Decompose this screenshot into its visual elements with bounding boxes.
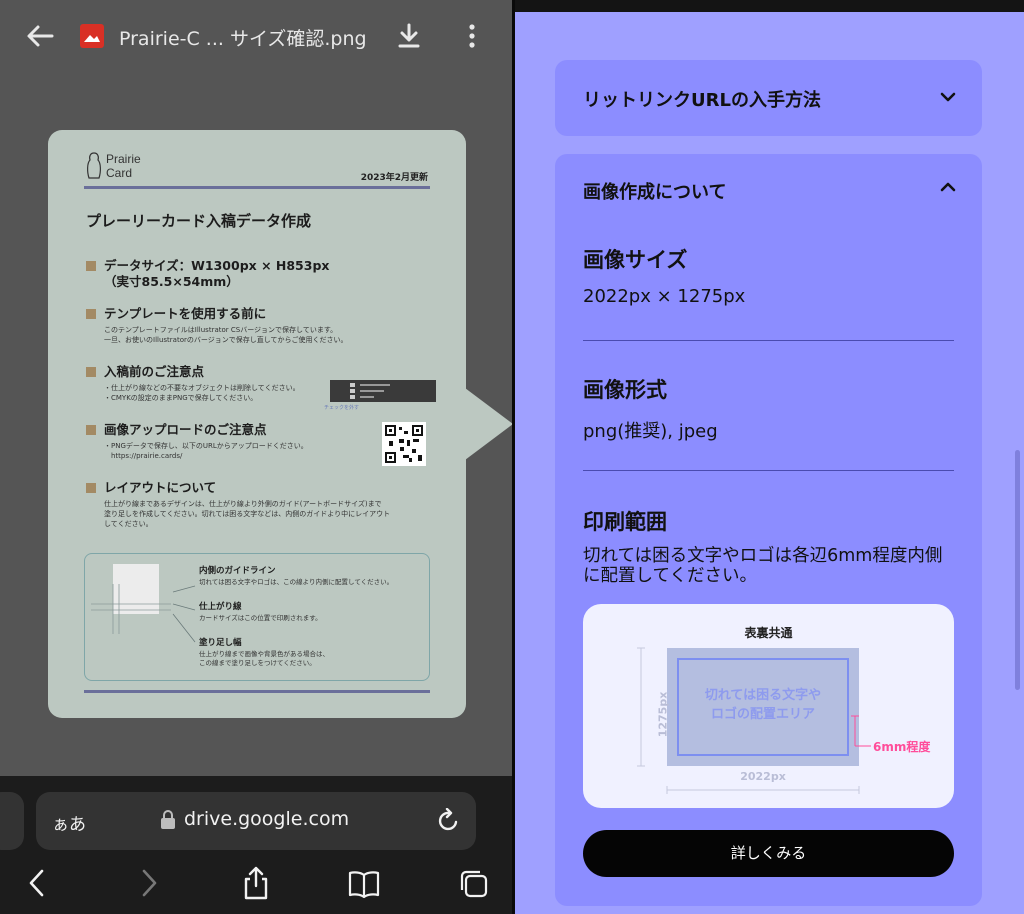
diagram-margin-label: 6mm程度 [873, 740, 931, 754]
guide-inner-line: 内側のガイドライン 切れては困る文字やロゴは、この線より内側に配置してください。 [199, 564, 429, 587]
accordion-littlink-url[interactable]: リットリンクURLの入手方法 [555, 60, 982, 136]
file-viewer-pane: Prairie-C ... サイズ確認.png Prairie Card 202… [0, 0, 512, 914]
url-text[interactable]: drive.google.com [184, 808, 349, 830]
section-bullet [86, 309, 96, 319]
diagram-height-label: 1275px [656, 691, 670, 738]
header-rule [84, 186, 430, 189]
section-body: 仕上がり線まであるデザインは、仕上がり線より外側のガイド(アートボードサイズ)ま… [104, 500, 391, 528]
image-preview[interactable]: Prairie Card 2023年2月更新 プレーリーカード入稿データ作成 デ… [48, 130, 466, 718]
download-icon[interactable] [396, 22, 422, 50]
section-divider [583, 340, 954, 341]
accordion-title: リットリンクURLの入手方法 [583, 90, 821, 111]
prairie-dog-logo-icon [87, 152, 101, 179]
image-size-value: 2022px × 1275px [583, 286, 746, 307]
guide-diagram-box: 内側のガイドライン 切れては困る文字やロゴは、この線より内側に配置してください。… [84, 553, 430, 681]
viewer-top-bar: Prairie-C ... サイズ確認.png [0, 0, 512, 72]
section-head: テンプレートを使用する前に [104, 306, 267, 321]
print-area-description: 切れては困る文字やロゴは各辺6mm程度内側に配置してください。 [583, 546, 943, 586]
layer-note: チェックを外す [324, 405, 360, 411]
book-icon[interactable] [348, 866, 380, 900]
update-date: 2023年2月更新 [360, 173, 428, 183]
logo-line: Card [106, 166, 133, 180]
guide-head: 仕上がり線 [199, 602, 242, 612]
section-head: 入稿前のご注意点 [104, 364, 205, 379]
guide-head: 塗り足し幅 [199, 638, 242, 648]
section-body: ・PNGデータで保存し、以下のURLからアップロードください。 https://… [104, 442, 308, 460]
image-size-heading: 画像サイズ [583, 248, 688, 272]
guide-body: カードサイズはこの位置で印刷されます。 [199, 614, 322, 622]
logo-line: Prairie [106, 152, 141, 166]
more-vertical-icon[interactable] [462, 22, 482, 50]
chevron-down-icon[interactable] [939, 88, 957, 106]
guide-lines-icon [91, 584, 196, 643]
section-divider [583, 470, 954, 471]
section-bullet [86, 425, 96, 435]
image-format-heading: 画像形式 [583, 378, 667, 402]
section-bullet [86, 367, 96, 377]
guide-body: 仕上がり線まで画像や背景色がある場合は、 この線まで塗り足しをつけてください。 [199, 650, 329, 667]
section-data-size: データサイズ：W1300px × H853px （実寸85.5×54mm） [86, 258, 426, 290]
address-bar[interactable]: ぁあ drive.google.com [36, 792, 476, 850]
guide-bleed-line: 塗り足し幅 仕上がり線まで画像や背景色がある場合は、 この線まで塗り足しをつけて… [199, 636, 429, 668]
faq-pane: リットリンクURLの入手方法 画像作成について 画像サイズ 2022px × 1… [515, 0, 1024, 914]
tabs-icon[interactable] [458, 866, 490, 900]
accordion-image-creation[interactable]: 画像作成について 画像サイズ 2022px × 1275px 画像形式 png(… [555, 154, 982, 906]
text-size-button[interactable]: ぁあ [52, 810, 86, 835]
section-head: 画像アップロードのご注意点 [104, 422, 267, 437]
qr-code-icon [382, 422, 426, 466]
lock-icon [161, 810, 175, 829]
section-head: レイアウトについて [104, 480, 217, 495]
section-template: テンプレートを使用する前に このテンプレートファイルはIllustrator C… [86, 306, 426, 345]
layer-panel-thumbnail [330, 380, 436, 402]
previous-tab-peek[interactable] [0, 792, 24, 850]
reload-icon[interactable] [436, 808, 460, 834]
section-bullet [86, 261, 96, 271]
section-body: このテンプレートファイルはIllustrator CSバージョンで保存しています… [104, 326, 348, 344]
section-upload: 画像アップロードのご注意点 ・PNGデータで保存し、以下のURLからアップロード… [86, 422, 426, 461]
file-name: Prairie-C ... サイズ確認.png [119, 28, 367, 50]
section-bullet [86, 483, 96, 493]
diagram-width-label: 2022px [740, 770, 786, 783]
print-area-heading: 印刷範囲 [583, 510, 667, 534]
browser-toolbar: ぁあ drive.google.com [0, 776, 512, 914]
section-layout: レイアウトについて 仕上がり線まであるデザインは、仕上がり線より外側のガイド(ア… [86, 480, 426, 529]
status-strip [515, 0, 1024, 12]
guide-body: 切れては困る文字やロゴは、この線より内側に配置してください。 [199, 578, 394, 586]
share-icon[interactable] [240, 866, 272, 900]
image-format-value: png(推奨), jpeg [583, 421, 718, 442]
learn-more-button[interactable]: 詳しくみる [583, 830, 954, 877]
scrollbar[interactable] [1015, 450, 1020, 690]
chevron-right-icon[interactable] [132, 866, 164, 900]
image-file-icon [80, 24, 104, 48]
print-area-diagram: 表裏共通 切れては困る文字や ロゴの配置エリア 1275px 2022px 6m… [583, 604, 954, 808]
guide-head: 内側のガイドライン [199, 566, 276, 576]
chevron-left-icon[interactable] [22, 866, 54, 900]
guide-trim-line: 仕上がり線 カードサイズはこの位置で印刷されます。 [199, 600, 429, 623]
bubble-tail [465, 388, 512, 460]
chevron-up-icon[interactable] [939, 178, 957, 196]
section-head: データサイズ：W1300px × H853px （実寸85.5×54mm） [104, 258, 330, 289]
card-title: プレーリーカード入稿データ作成 [86, 212, 312, 230]
accordion-title: 画像作成について [583, 182, 727, 203]
logo-text: Prairie Card [106, 152, 141, 180]
arrow-left-icon[interactable] [24, 22, 56, 50]
footer-rule [84, 690, 430, 693]
